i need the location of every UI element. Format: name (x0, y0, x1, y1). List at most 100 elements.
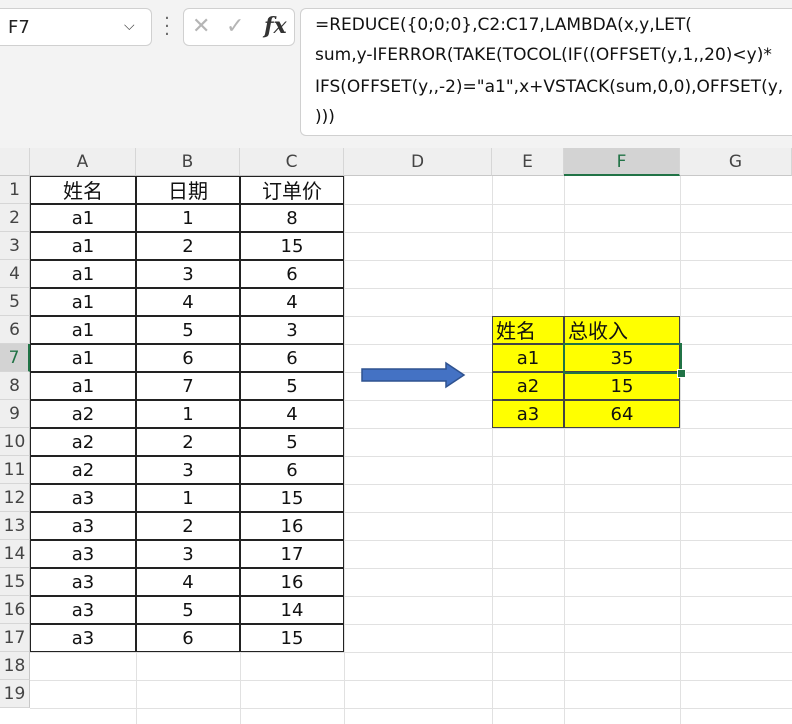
table-cell[interactable]: 4 (136, 568, 240, 596)
table-cell[interactable]: a1 (30, 232, 136, 260)
table-cell[interactable]: 3 (240, 316, 344, 344)
table-cell[interactable]: 15 (240, 484, 344, 512)
table-cell[interactable]: 8 (240, 204, 344, 232)
table-cell[interactable]: a1 (30, 288, 136, 316)
table-cell[interactable]: 6 (240, 344, 344, 372)
table-cell[interactable]: 6 (240, 260, 344, 288)
table-cell[interactable]: a3 (30, 568, 136, 596)
table-cell[interactable]: a3 (30, 624, 136, 652)
row-header[interactable]: 8 (0, 372, 30, 400)
table-header-cell[interactable]: 姓名 (30, 176, 136, 204)
table-cell[interactable]: 6 (240, 456, 344, 484)
table-cell[interactable]: a3 (30, 512, 136, 540)
row-header[interactable]: 7 (0, 344, 30, 372)
table-cell[interactable]: 5 (136, 316, 240, 344)
table-header-cell[interactable]: 日期 (136, 176, 240, 204)
worksheet-grid[interactable]: A B C D E F G 1 2 3 4 5 6 7 8 9 10 11 12… (0, 148, 792, 724)
row-header[interactable]: 11 (0, 456, 30, 484)
table-cell[interactable]: 2 (136, 232, 240, 260)
column-header-f[interactable]: F (564, 148, 680, 176)
summary-cell[interactable]: 35 (564, 344, 680, 372)
column-header-d[interactable]: D (344, 148, 492, 176)
summary-cell[interactable]: a2 (492, 372, 564, 400)
table-cell[interactable]: 2 (136, 428, 240, 456)
summary-cell[interactable]: 15 (564, 372, 680, 400)
row-header[interactable]: 3 (0, 232, 30, 260)
fill-handle[interactable] (677, 369, 686, 378)
table-cell[interactable]: 1 (136, 484, 240, 512)
table-cell[interactable]: 5 (240, 428, 344, 456)
summary-header-cell[interactable]: 总收入 (564, 316, 680, 344)
row-header[interactable]: 14 (0, 540, 30, 568)
formula-line: sum,y-IFERROR(TAKE(TOCOL(IF((OFFSET(y,1,… (315, 45, 772, 65)
row-header[interactable]: 17 (0, 624, 30, 652)
column-header-a[interactable]: A (30, 148, 136, 176)
formula-input[interactable]: =REDUCE({0;0;0},C2:C17,LAMBDA(x,y,LET( s… (300, 8, 792, 136)
column-header-e[interactable]: E (492, 148, 564, 176)
table-cell[interactable]: 6 (136, 344, 240, 372)
table-cell[interactable]: a3 (30, 540, 136, 568)
row-header[interactable]: 9 (0, 400, 30, 428)
table-cell[interactable]: a2 (30, 400, 136, 428)
row-header[interactable]: 12 (0, 484, 30, 512)
enter-icon[interactable]: ✓ (226, 14, 244, 39)
table-cell[interactable]: 3 (136, 260, 240, 288)
table-cell[interactable]: 16 (240, 512, 344, 540)
table-cell[interactable]: a1 (30, 260, 136, 288)
formula-buttons: ✕ ✓ fx (183, 8, 295, 46)
table-cell[interactable]: 15 (240, 624, 344, 652)
row-header[interactable]: 6 (0, 316, 30, 344)
table-cell[interactable]: 5 (136, 596, 240, 624)
table-cell[interactable]: a1 (30, 344, 136, 372)
row-header[interactable]: 13 (0, 512, 30, 540)
table-cell[interactable]: 1 (136, 400, 240, 428)
table-cell[interactable]: a1 (30, 372, 136, 400)
column-header-g[interactable]: G (680, 148, 792, 176)
column-header-b[interactable]: B (136, 148, 240, 176)
table-cell[interactable]: 6 (136, 624, 240, 652)
table-cell[interactable]: 7 (136, 372, 240, 400)
formula-line: =REDUCE({0;0;0},C2:C17,LAMBDA(x,y,LET( (315, 15, 692, 35)
table-cell[interactable]: a3 (30, 596, 136, 624)
summary-cell[interactable]: a3 (492, 400, 564, 428)
more-options-icon[interactable]: · · · (163, 10, 171, 44)
table-cell[interactable]: 4 (240, 400, 344, 428)
table-cell[interactable]: a1 (30, 204, 136, 232)
row-header[interactable]: 5 (0, 288, 30, 316)
row-header[interactable]: 2 (0, 204, 30, 232)
insert-function-icon[interactable]: fx (264, 13, 287, 39)
row-header[interactable]: 19 (0, 680, 30, 708)
row-header[interactable]: 15 (0, 568, 30, 596)
row-header[interactable]: 4 (0, 260, 30, 288)
table-header-cell[interactable]: 订单价 (240, 176, 344, 204)
table-cell[interactable]: 2 (136, 512, 240, 540)
table-cell[interactable]: 1 (136, 204, 240, 232)
row-header[interactable]: 10 (0, 428, 30, 456)
table-cell[interactable]: 3 (136, 540, 240, 568)
table-cell[interactable]: 17 (240, 540, 344, 568)
summary-cell[interactable]: 64 (564, 400, 680, 428)
table-cell[interactable]: a1 (30, 316, 136, 344)
gridline (680, 176, 681, 724)
table-cell[interactable]: 14 (240, 596, 344, 624)
name-box[interactable]: F7 ⌵ (0, 8, 152, 46)
chevron-down-icon[interactable]: ⌵ (124, 18, 135, 34)
table-cell[interactable]: a2 (30, 428, 136, 456)
table-cell[interactable]: 4 (240, 288, 344, 316)
summary-cell[interactable]: a1 (492, 344, 564, 372)
cancel-icon[interactable]: ✕ (192, 14, 210, 39)
table-cell[interactable]: a2 (30, 456, 136, 484)
table-cell[interactable]: 15 (240, 232, 344, 260)
row-header[interactable]: 18 (0, 652, 30, 680)
row-header[interactable]: 16 (0, 596, 30, 624)
table-cell[interactable]: 4 (136, 288, 240, 316)
summary-header-cell[interactable]: 姓名 (492, 316, 564, 344)
table-cell[interactable]: 16 (240, 568, 344, 596)
table-cell[interactable]: 3 (136, 456, 240, 484)
select-all-corner[interactable] (0, 148, 30, 176)
row-header[interactable]: 1 (0, 176, 30, 204)
column-header-c[interactable]: C (240, 148, 344, 176)
name-box-value[interactable]: F7 (8, 17, 30, 38)
table-cell[interactable]: a3 (30, 484, 136, 512)
table-cell[interactable]: 5 (240, 372, 344, 400)
